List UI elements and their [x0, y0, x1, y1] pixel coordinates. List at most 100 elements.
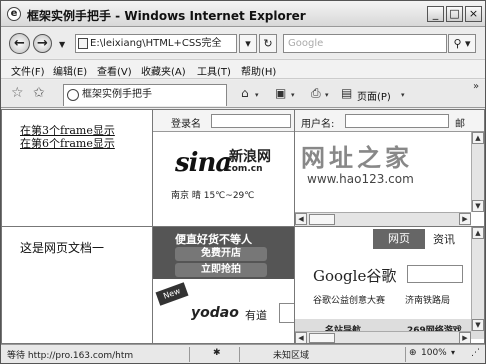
login-input[interactable]: [211, 114, 291, 128]
link-frame-6[interactable]: 在第6个frame显示: [20, 137, 115, 150]
google-sub-right[interactable]: 济南铁路局: [405, 293, 450, 306]
vertical-scrollbar-google[interactable]: ▲ ▼: [471, 227, 484, 331]
close-button[interactable]: ×: [465, 6, 482, 22]
forward-arrow-icon: →: [37, 36, 48, 51]
tab-title: 框架实例手把手: [82, 89, 152, 100]
browser-window: e 框架实例手把手 - Windows Internet Explorer _ …: [0, 0, 486, 364]
forward-button[interactable]: →: [33, 34, 52, 53]
search-input[interactable]: Google: [283, 34, 447, 53]
chevron-down-icon: ▾: [245, 37, 251, 50]
yodao-search-input[interactable]: [279, 303, 294, 323]
status-text: 等待 http://pro.163.com/htm: [7, 351, 134, 361]
search-button[interactable]: ⚲ ▾: [448, 34, 476, 53]
menu-view[interactable]: 查看(V): [97, 63, 132, 78]
status-bar: 等待 http://pro.163.com/htm ✱ 未知区域 ⊕ 100% …: [1, 344, 485, 363]
scroll-left-icon[interactable]: ◀: [295, 213, 307, 225]
status-divider: [189, 347, 190, 362]
google-search-input[interactable]: [407, 265, 463, 283]
feeds-icon[interactable]: ▣: [275, 86, 286, 100]
scroll-down-icon[interactable]: ▼: [472, 319, 484, 331]
title-bar: e 框架实例手把手 - Windows Internet Explorer _ …: [1, 1, 485, 27]
horizontal-scrollbar-google[interactable]: ◀ ▶: [295, 331, 471, 343]
resize-grip-icon[interactable]: ⋰: [471, 348, 480, 358]
new-badge: New: [155, 282, 189, 306]
page-menu-button[interactable]: 页面(P): [357, 88, 391, 103]
page-icon-toolbar: ▤: [341, 86, 353, 100]
tab-bar: ☆ ✩ 框架实例手把手 ⌂ ▾ ▣ ▾ ⎙ ▾ ▤ 页面(P) ▾ »: [1, 80, 485, 108]
status-divider: [239, 347, 240, 362]
vertical-scrollbar[interactable]: ▲ ▼: [471, 132, 484, 212]
user-row: 用户名: 邮: [295, 110, 484, 132]
frame-google: 网页 资讯 Google谷歌 谷歌公益创意大赛 济南铁路局 名站导航 269网络…: [294, 226, 485, 344]
scroll-thumb[interactable]: [309, 333, 335, 343]
login-label: 登录名: [171, 119, 201, 130]
favorites-star-icon[interactable]: ☆: [11, 85, 24, 101]
menu-favorites[interactable]: 收藏夹(A): [141, 63, 186, 78]
tab-web[interactable]: 网页: [373, 229, 425, 249]
address-url: E:\leixiang\HTML+CSS完全: [90, 38, 222, 49]
chevron-more-icon[interactable]: »: [473, 81, 479, 92]
hao123-title[interactable]: 网址之家: [301, 138, 413, 173]
refresh-button[interactable]: ↻: [259, 34, 277, 53]
tab-info[interactable]: 资讯: [433, 231, 455, 247]
link-frame-3[interactable]: 在第3个frame显示: [20, 124, 115, 137]
tab-current[interactable]: 框架实例手把手: [63, 84, 227, 106]
hao123-url[interactable]: www.hao123.com: [307, 172, 414, 186]
history-dropdown-icon[interactable]: ▼: [59, 40, 65, 49]
user-label: 用户名:: [301, 119, 335, 130]
minimize-button[interactable]: _: [427, 6, 444, 22]
ad-banner[interactable]: 便直好货不等人 免费开店 立即抢拍: [153, 227, 294, 279]
scroll-up-icon[interactable]: ▲: [472, 227, 484, 239]
menu-help[interactable]: 帮助(H): [241, 63, 276, 78]
sina-cn-name: 新浪网: [229, 149, 271, 165]
ad-button-buy[interactable]: 立即抢拍: [175, 263, 267, 277]
google-logo[interactable]: Google谷歌: [313, 265, 396, 286]
feeds-dropdown-icon[interactable]: ▾: [291, 91, 295, 99]
maximize-button[interactable]: □: [446, 6, 463, 22]
zoom-icon: ⊕: [409, 348, 417, 358]
print-icon[interactable]: ⎙: [311, 86, 321, 101]
page-content: 在第3个frame显示 在第6个frame显示 登录名 sina 新浪网 .co…: [1, 109, 485, 344]
menu-edit[interactable]: 编辑(E): [53, 63, 87, 78]
page-loading-icon: [67, 89, 79, 101]
user-extra: 邮: [455, 119, 465, 130]
sina-domain: .com.cn: [223, 164, 263, 174]
yodao-cn: 有道: [245, 309, 267, 322]
menu-file[interactable]: 文件(F): [11, 63, 45, 78]
status-divider: [405, 347, 406, 362]
scroll-up-icon[interactable]: ▲: [472, 132, 484, 144]
yodao-logo[interactable]: yodao: [191, 305, 239, 321]
login-row: 登录名: [153, 110, 294, 132]
protected-mode-icon: ✱: [213, 348, 221, 358]
page-icon: [78, 38, 88, 49]
zone-text: 未知区域: [273, 351, 310, 361]
menu-bar: 文件(F) 编辑(E) 查看(V) 收藏夹(A) 工具(T) 帮助(H): [1, 59, 485, 79]
address-input[interactable]: E:\leixiang\HTML+CSS完全: [75, 34, 237, 53]
frame-sina: 登录名 sina 新浪网 .com.cn 南京 晴 15℃~29℃: [152, 109, 295, 227]
window-title: 框架实例手把手 - Windows Internet Explorer: [27, 9, 306, 23]
user-input[interactable]: [345, 114, 449, 128]
page-dropdown-icon[interactable]: ▾: [401, 91, 405, 99]
frame-ad: 便直好货不等人 免费开店 立即抢拍 New yodao 有道: [152, 226, 295, 344]
frame-nav: 在第3个frame显示 在第6个frame显示: [1, 109, 153, 227]
horizontal-scrollbar[interactable]: ◀ ▶: [295, 212, 471, 226]
print-dropdown-icon[interactable]: ▾: [325, 91, 329, 99]
home-icon[interactable]: ⌂: [241, 86, 249, 100]
scroll-down-icon[interactable]: ▼: [472, 200, 484, 212]
ad-button-open-shop[interactable]: 免费开店: [175, 247, 267, 261]
scroll-right-icon[interactable]: ▶: [459, 213, 471, 225]
doc-text: 这是网页文档一: [20, 241, 105, 255]
scroll-right-icon[interactable]: ▶: [459, 332, 471, 343]
scroll-left-icon[interactable]: ◀: [295, 332, 307, 343]
ie-logo-icon: e: [7, 7, 21, 21]
home-dropdown-icon[interactable]: ▾: [255, 91, 259, 99]
google-sub-left[interactable]: 谷歌公益创意大赛: [313, 293, 385, 306]
frame-doc: 这是网页文档一: [1, 226, 153, 344]
scroll-thumb[interactable]: [309, 214, 335, 225]
menu-tools[interactable]: 工具(T): [197, 63, 231, 78]
zoom-dropdown-icon[interactable]: ▾: [451, 348, 455, 357]
add-favorites-icon[interactable]: ✩: [33, 85, 45, 101]
back-button[interactable]: ←: [9, 33, 30, 54]
zoom-level[interactable]: 100%: [421, 348, 447, 358]
address-dropdown-button[interactable]: ▾: [239, 34, 257, 53]
